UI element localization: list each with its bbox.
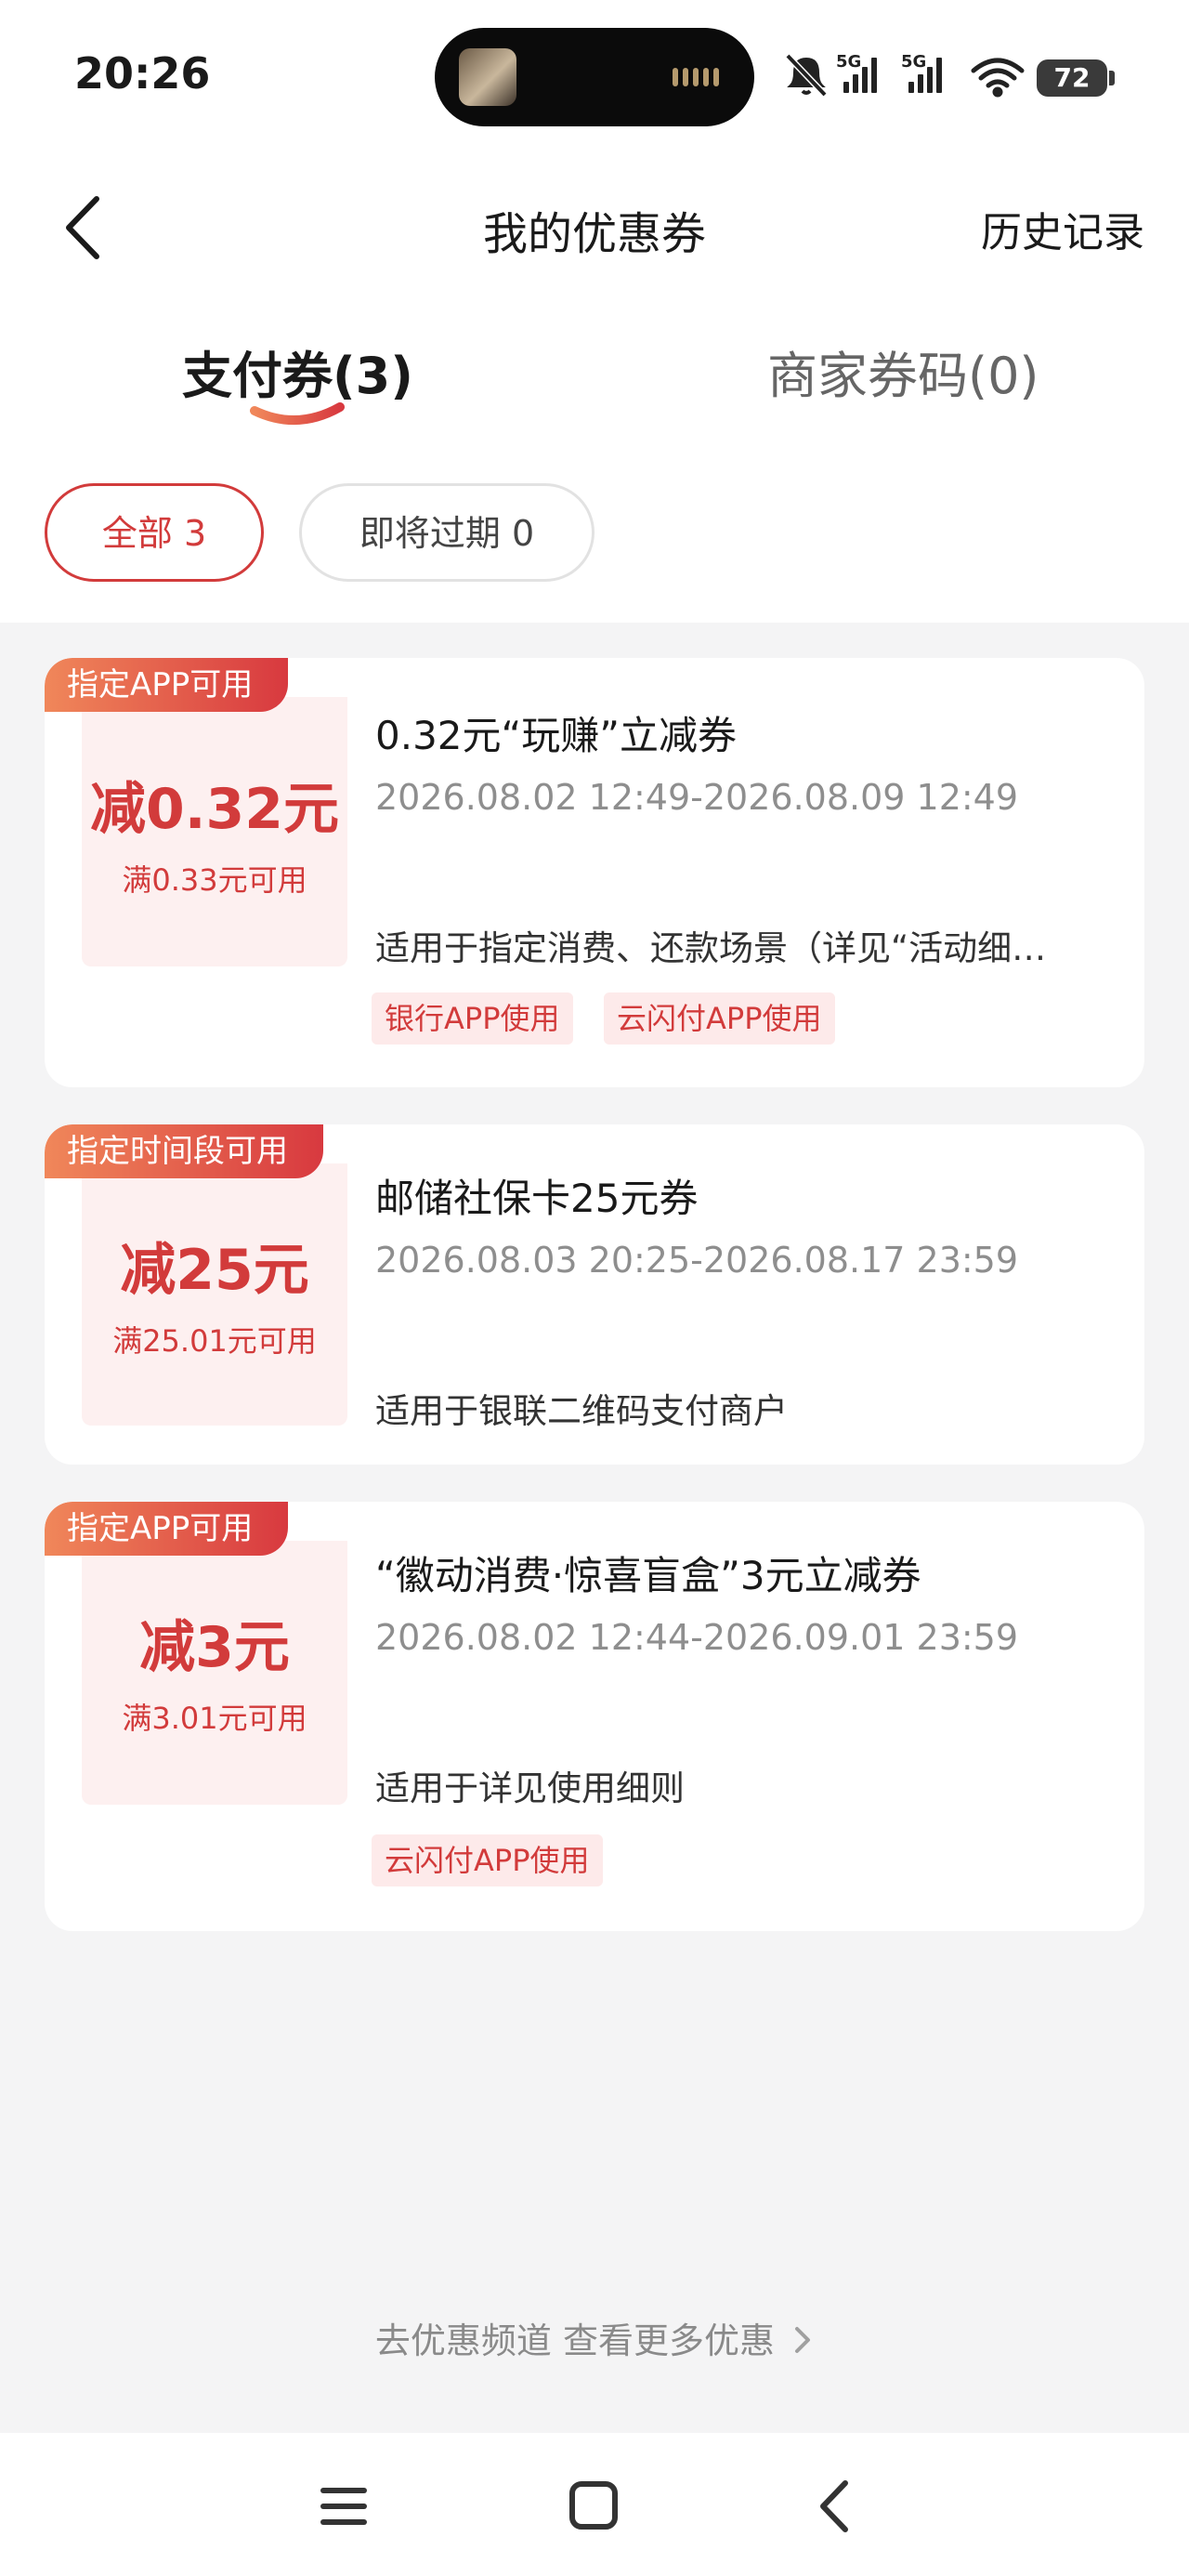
more-coupons-label: 去优惠频道 查看更多优惠 [374, 2320, 775, 2361]
status-time: 20:26 [74, 48, 211, 99]
coupon-amount: 减3元 [139, 1615, 290, 1680]
filter-all-chip[interactable]: 全部 3 [45, 483, 264, 582]
coupon-condition: 满25.01元可用 [112, 1323, 317, 1359]
coupon-condition: 满0.33元可用 [122, 862, 307, 898]
battery-icon: 72 [1037, 59, 1107, 97]
coupon-card[interactable]: 减25元 满25.01元可用 指定时间段可用 邮储社保卡25元券 2026.08… [45, 1124, 1144, 1465]
more-coupons-link[interactable]: 去优惠频道 查看更多优惠 [0, 2312, 1189, 2363]
coupon-amount: 减25元 [120, 1238, 309, 1303]
svg-text:5G: 5G [836, 52, 861, 72]
coupon-validity: 2026.08.02 12:49-2026.08.09 12:49 [375, 777, 1019, 818]
coupon-tag: 云闪付APP使用 [604, 992, 835, 1045]
tab-merchant-coupons[interactable]: 商家券码(0) [767, 335, 1039, 408]
coupon-description: 适用于银联二维码支付商户 [375, 1391, 788, 1431]
history-link[interactable]: 历史记录 [981, 199, 1144, 258]
chevron-right-icon [795, 2327, 811, 2353]
recent-apps-button[interactable] [307, 2474, 381, 2539]
system-back-button[interactable] [799, 2474, 873, 2539]
coupon-title: “徽动消费·惊喜盲盒”3元立减券 [375, 1553, 921, 1598]
coupon-badge: 指定APP可用 [45, 658, 289, 712]
coupon-card[interactable]: 减3元 满3.01元可用 指定APP可用 “徽动消费·惊喜盲盒”3元立减券 20… [45, 1502, 1144, 1931]
coupon-title: 邮储社保卡25元券 [375, 1176, 699, 1221]
coupon-validity: 2026.08.03 20:25-2026.08.17 23:59 [375, 1240, 1019, 1281]
coupon-description: 适用于指定消费、还款场景（详见“活动细… [375, 928, 1047, 968]
home-square-icon [569, 2481, 618, 2530]
coupon-condition: 满3.01元可用 [122, 1701, 307, 1736]
active-tab-indicator [250, 402, 345, 425]
island-avatar-icon [459, 48, 516, 106]
back-icon [820, 2480, 848, 2532]
home-button[interactable] [557, 2474, 632, 2539]
coupon-tag: 银行APP使用 [372, 992, 573, 1045]
coupon-title: 0.32元“玩赚”立减券 [375, 713, 738, 758]
svg-text:5G: 5G [901, 52, 926, 72]
signal-5g-icon: 5G [836, 52, 877, 93]
system-navigation-bar [0, 2433, 1189, 2576]
filter-expiring-chip[interactable]: 即将过期 0 [299, 483, 594, 582]
coupon-amount-panel: 减25元 满25.01元可用 [82, 1163, 347, 1426]
coupon-amount-panel: 减3元 满3.01元可用 [82, 1541, 347, 1805]
coupon-validity: 2026.08.02 12:44-2026.09.01 23:59 [375, 1617, 1019, 1658]
coupon-badge: 指定时间段可用 [45, 1124, 323, 1178]
battery-tip [1109, 71, 1115, 85]
wifi-icon [971, 58, 1025, 98]
coupon-badge: 指定APP可用 [45, 1502, 289, 1556]
audio-bars-icon [673, 68, 719, 86]
dynamic-island[interactable] [435, 28, 754, 126]
coupon-amount-panel: 减0.32元 满0.33元可用 [82, 697, 347, 966]
bell-muted-icon [785, 53, 828, 98]
tab-payment-coupons[interactable]: 支付券(3) [182, 335, 413, 408]
signal-5g-icon: 5G [901, 52, 942, 93]
coupon-description: 适用于详见使用细则 [375, 1768, 685, 1808]
coupon-amount: 减0.32元 [89, 777, 340, 842]
coupon-card[interactable]: 减0.32元 满0.33元可用 指定APP可用 0.32元“玩赚”立减券 202… [45, 658, 1144, 1087]
menu-icon [320, 2488, 367, 2525]
coupon-tag: 云闪付APP使用 [372, 1834, 603, 1886]
